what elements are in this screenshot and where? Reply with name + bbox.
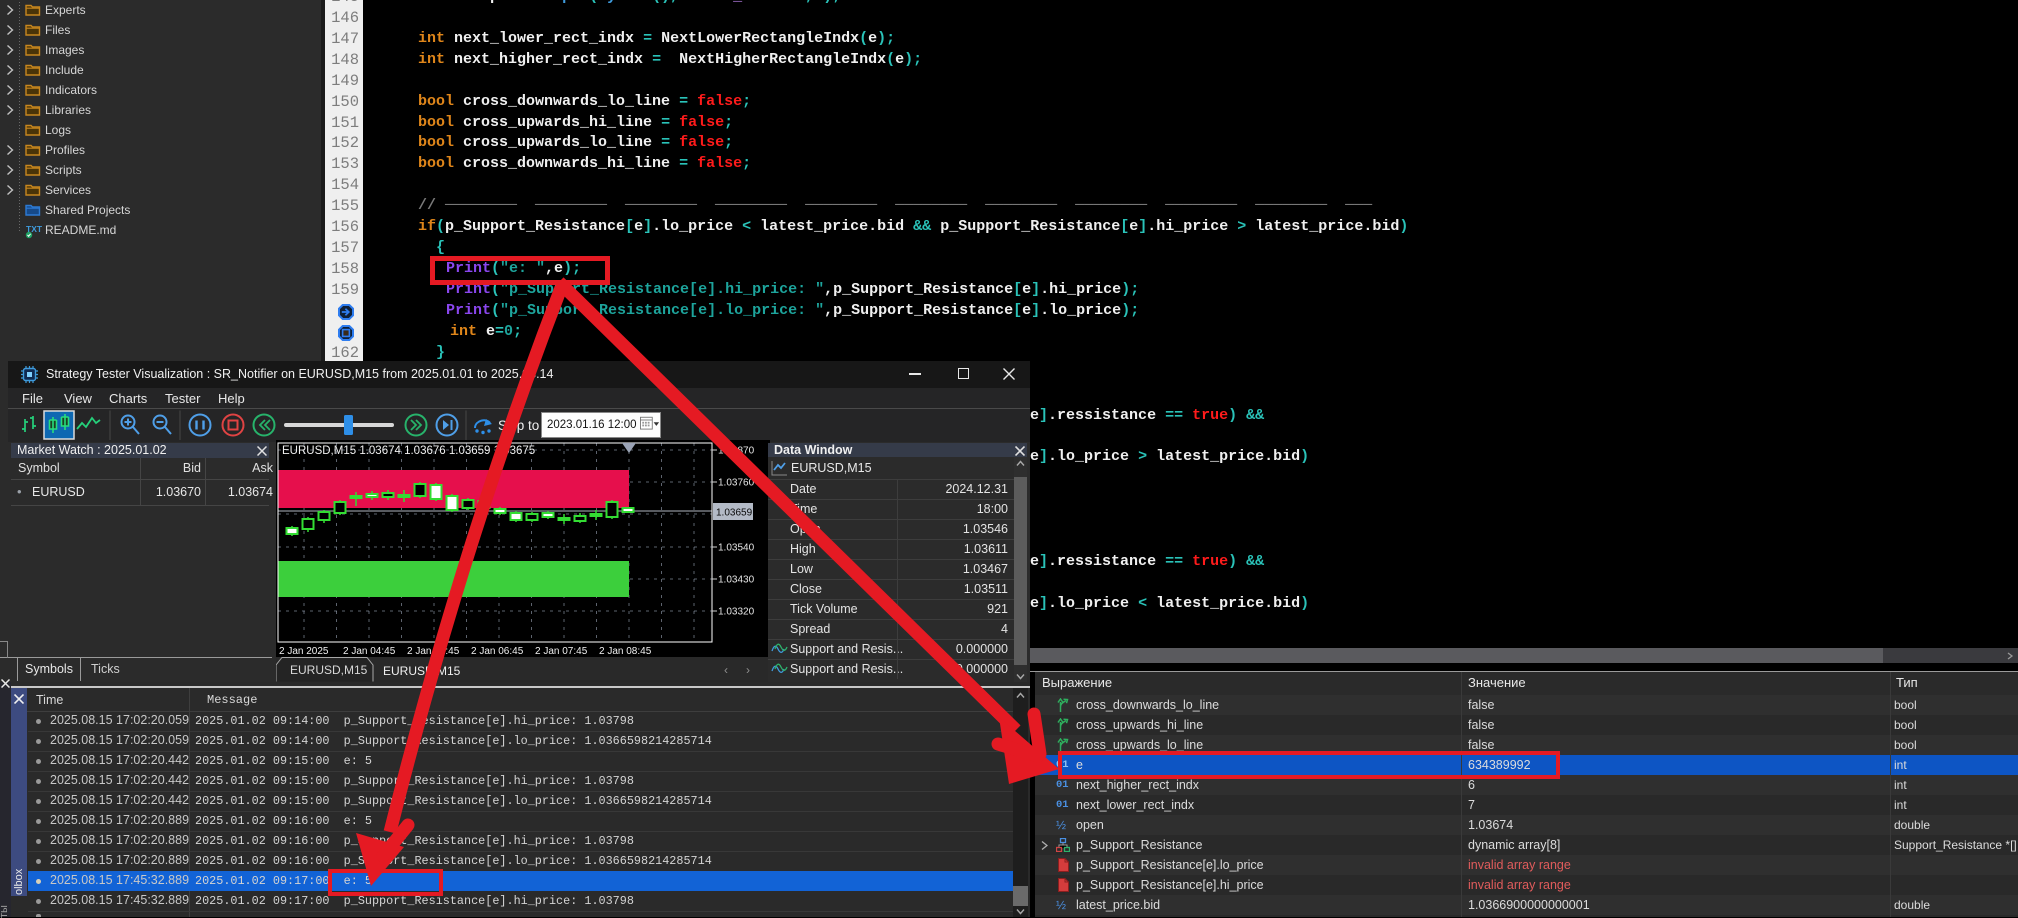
svg-text:2 Jan 08:45: 2 Jan 08:45 [599, 646, 652, 657]
svg-text:2 Jan 04:45: 2 Jan 04:45 [343, 646, 396, 657]
svg-text:1.03430: 1.03430 [718, 575, 755, 586]
svg-text:2 Jan 07:45: 2 Jan 07:45 [535, 646, 588, 657]
svg-text:1.03760: 1.03760 [718, 478, 755, 489]
svg-text:EURUSD,M15 1.03674 1.03676 1.: EURUSD,M15 1.03674 1.03676 1.03659 1.036… [282, 445, 535, 457]
svg-text:1.03320: 1.03320 [718, 607, 755, 618]
svg-text:2 Jan 05:45: 2 Jan 05:45 [407, 646, 460, 657]
svg-text:EURUSD,M15: EURUSD,M15 [383, 664, 461, 678]
svg-text:›: › [746, 663, 750, 677]
svg-text:2 Jan 06:45: 2 Jan 06:45 [471, 646, 524, 657]
svg-text:1.03870: 1.03870 [718, 446, 755, 457]
svg-text:Skip to: Skip to [498, 418, 539, 433]
svg-text:‹: ‹ [724, 663, 728, 677]
svg-text:1.03659: 1.03659 [716, 508, 753, 519]
svg-text:EURUSD,M15: EURUSD,M15 [290, 663, 368, 677]
svg-text:1.03540: 1.03540 [718, 543, 755, 554]
svg-text:2 Jan 2025: 2 Jan 2025 [279, 646, 329, 657]
